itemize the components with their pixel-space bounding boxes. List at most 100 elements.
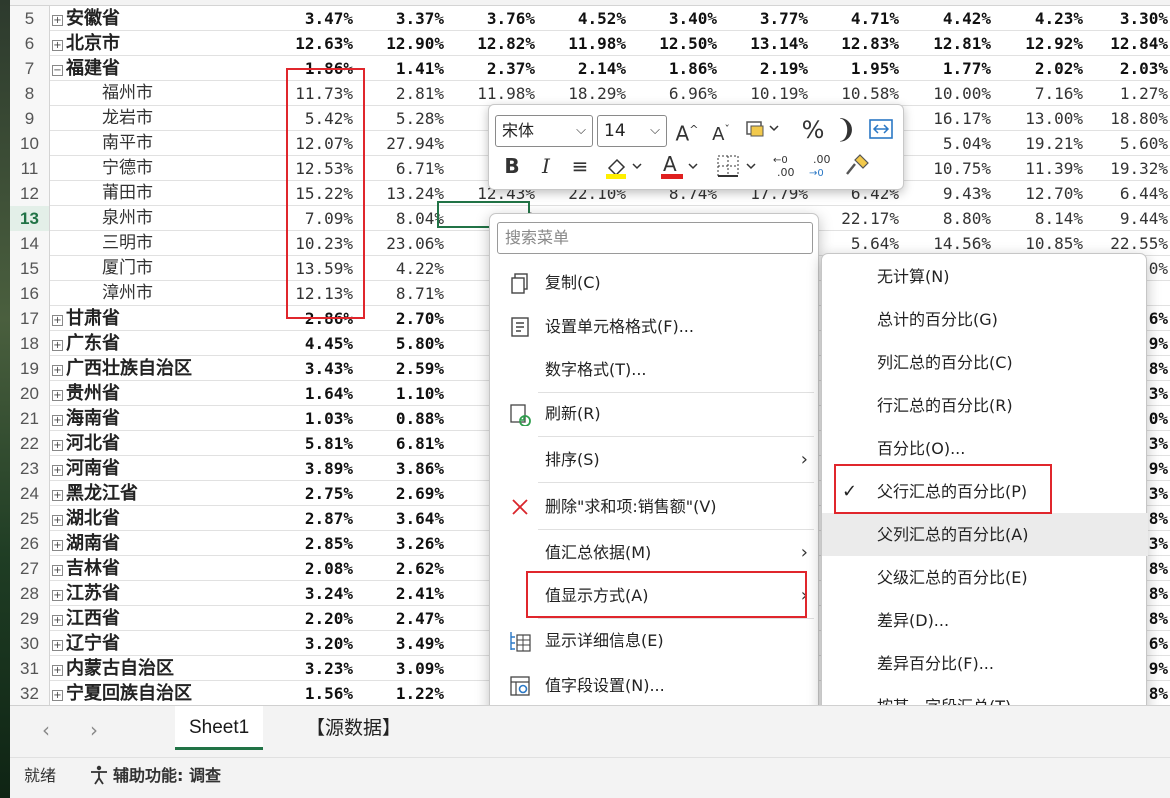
value-cell[interactable]: 4.42%	[903, 6, 993, 31]
expand-icon[interactable]: +	[52, 440, 63, 451]
value-cell[interactable]: 4.52%	[538, 6, 628, 31]
value-cell[interactable]: 8.80%	[903, 206, 993, 231]
expand-icon[interactable]: +	[52, 415, 63, 426]
value-cell[interactable]: 13.14%	[720, 31, 810, 56]
submenu-item[interactable]: 行汇总的百分比(R)	[822, 384, 1148, 427]
value-cell[interactable]: 3.30%	[1080, 6, 1170, 31]
value-cell[interactable]: 3.40%	[629, 6, 719, 31]
province-label[interactable]: + 湖北省	[52, 506, 120, 531]
fill-color-icon[interactable]	[603, 152, 643, 187]
value-cell[interactable]: 5.04%	[903, 131, 993, 156]
value-cell[interactable]: 3.09%	[356, 656, 446, 681]
expand-icon[interactable]: +	[52, 615, 63, 626]
value-cell[interactable]: 12.90%	[356, 31, 446, 56]
format-painter-icon[interactable]	[843, 152, 873, 185]
row-header[interactable]: 12	[10, 181, 50, 206]
value-cell[interactable]: 2.87%	[265, 506, 355, 531]
value-cell[interactable]: 0.88%	[356, 406, 446, 431]
value-cell[interactable]: 3.76%	[447, 6, 537, 31]
value-cell[interactable]: 4.22%	[356, 256, 446, 281]
value-cell[interactable]: 11.98%	[447, 81, 537, 106]
value-cell[interactable]: 3.23%	[265, 656, 355, 681]
table-row[interactable]: 7− 福建省 1.86% 1.41% 2.37% 2.14% 1.86% 2.19% 1.95%…	[10, 56, 1170, 81]
value-cell[interactable]: 2.14%	[538, 56, 628, 81]
value-cell[interactable]: 12.83%	[811, 31, 901, 56]
borders-icon[interactable]	[715, 152, 759, 187]
city-label[interactable]: 泉州市	[102, 206, 153, 231]
expand-icon[interactable]: +	[52, 15, 63, 26]
status-accessibility[interactable]: 辅助功能: 调查	[113, 758, 221, 794]
value-cell[interactable]: 22.17%	[811, 206, 901, 231]
province-label[interactable]: + 宁夏回族自治区	[52, 681, 192, 705]
province-label[interactable]: + 湖南省	[52, 531, 120, 556]
value-cell[interactable]: 12.50%	[629, 31, 719, 56]
align-center-icon[interactable]: ≡	[567, 152, 593, 180]
row-header[interactable]: 6	[10, 31, 50, 56]
row-header[interactable]: 17	[10, 306, 50, 331]
value-cell[interactable]: 2.02%	[995, 56, 1085, 81]
italic-icon[interactable]: I	[535, 152, 557, 180]
row-header[interactable]: 8	[10, 81, 50, 106]
expand-icon[interactable]: +	[52, 665, 63, 676]
value-cell[interactable]: 9.43%	[903, 181, 993, 206]
table-row[interactable]: 6 + 北京市 12.63% 12.90% 12.82% 11.98% 12.50% 13.14…	[10, 31, 1170, 56]
row-header[interactable]: 9	[10, 106, 50, 131]
value-cell[interactable]: 2.08%	[265, 556, 355, 581]
value-cell[interactable]: 3.47%	[265, 6, 355, 31]
value-cell[interactable]: 18.80%	[1080, 106, 1170, 131]
row-header[interactable]: 30	[10, 631, 50, 656]
value-cell[interactable]: 2.37%	[447, 56, 537, 81]
expand-icon[interactable]: +	[52, 40, 63, 51]
value-cell[interactable]: 2.62%	[356, 556, 446, 581]
row-header[interactable]: 24	[10, 481, 50, 506]
table-row[interactable]: 5 + 安徽省 3.47% 3.37% 3.76% 4.52% 3.40% 3.77% 4.71%…	[10, 6, 1170, 31]
city-label[interactable]: 福州市	[102, 81, 153, 106]
expand-icon[interactable]: +	[52, 465, 63, 476]
value-cell[interactable]: 1.22%	[356, 681, 446, 705]
value-cell[interactable]: 19.32%	[1080, 156, 1170, 181]
row-header[interactable]: 13	[10, 206, 50, 231]
row-header[interactable]: 29	[10, 606, 50, 631]
value-cell[interactable]: 6.81%	[356, 431, 446, 456]
province-label[interactable]: + 吉林省	[52, 556, 120, 581]
value-cell[interactable]: 11.98%	[538, 31, 628, 56]
expand-icon[interactable]: +	[52, 690, 63, 701]
expand-icon[interactable]: +	[52, 515, 63, 526]
province-label[interactable]: + 江西省	[52, 606, 120, 631]
row-header[interactable]: 28	[10, 581, 50, 606]
value-cell[interactable]: 5.81%	[265, 431, 355, 456]
increase-decimal-icon[interactable]: ←0.00	[771, 152, 801, 190]
collapse-icon[interactable]: −	[52, 65, 63, 76]
value-cell[interactable]: 10.58%	[811, 81, 901, 106]
value-cell[interactable]: 1.41%	[356, 56, 446, 81]
province-label[interactable]: + 江苏省	[52, 581, 120, 606]
row-header[interactable]: 15	[10, 256, 50, 281]
row-header[interactable]: 23	[10, 456, 50, 481]
value-cell[interactable]: 1.77%	[903, 56, 993, 81]
menu-search-input[interactable]: 搜索菜单	[497, 222, 813, 254]
decrease-font-size-icon[interactable]: Aˇ	[707, 116, 735, 149]
value-cell[interactable]: 3.43%	[265, 356, 355, 381]
province-label[interactable]: − 福建省	[52, 56, 120, 81]
province-label[interactable]: + 辽宁省	[52, 631, 120, 656]
menu-item-summarize-values-by[interactable]: 值汇总依据(M) ›	[490, 531, 820, 575]
province-label[interactable]: + 河南省	[52, 456, 120, 481]
scroll-tabs-left-icon[interactable]: ‹	[42, 718, 50, 742]
province-label[interactable]: + 甘肃省	[52, 306, 120, 331]
expand-icon[interactable]: +	[52, 565, 63, 576]
value-cell[interactable]: 3.26%	[356, 531, 446, 556]
font-color-icon[interactable]: A	[659, 152, 699, 187]
city-label[interactable]: 漳州市	[102, 281, 153, 306]
value-cell[interactable]: 3.64%	[356, 506, 446, 531]
value-cell[interactable]: 1.03%	[265, 406, 355, 431]
value-cell[interactable]: 4.45%	[265, 331, 355, 356]
value-cell[interactable]: 2.59%	[356, 356, 446, 381]
city-label[interactable]: 宁德市	[102, 156, 153, 181]
table-row[interactable]: 8 福州市 11.73% 2.81% 11.98% 18.29% 6.96% 10.19% 10…	[10, 81, 1170, 106]
value-cell[interactable]: 10.00%	[903, 81, 993, 106]
value-cell[interactable]: 3.77%	[720, 6, 810, 31]
value-cell[interactable]: 16.17%	[903, 106, 993, 131]
wrap-text-icon[interactable]	[867, 118, 895, 147]
submenu-item[interactable]: 无计算(N)	[822, 255, 1148, 298]
expand-icon[interactable]: +	[52, 315, 63, 326]
